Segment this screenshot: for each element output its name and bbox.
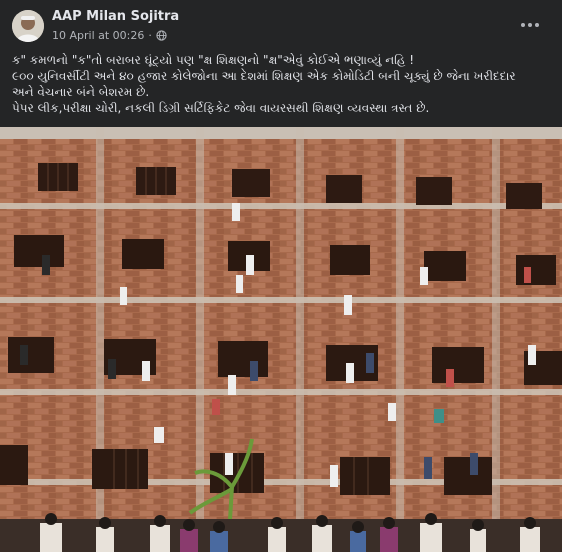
post-meta: 10 April at 00:26 ·	[52, 29, 167, 42]
more-options-icon[interactable]	[516, 14, 544, 36]
author-name[interactable]: AAP Milan Sojitra	[52, 9, 179, 24]
meta-separator: ·	[148, 29, 152, 42]
post-text-line: પેપર લીક,પરીક્ષા ચોરી, નકલી ડિગ્રી સર્ટિ…	[12, 101, 430, 115]
post-timestamp[interactable]: 10 April at 00:26	[52, 29, 144, 42]
post-text: ક" કમળનો "ક"તો બરાબર ઘૂંટ્યો પણ "ક્ષ શિક…	[12, 52, 552, 116]
globe-icon	[156, 30, 167, 41]
post-text-line: ૯૦૦ યુનિવર્સીટી અને ૪૦ હજાર કોલેજોના આ દ…	[12, 69, 516, 83]
post-header: AAP Milan Sojitra 10 April at 00:26 ·	[0, 0, 562, 50]
post-photo[interactable]	[0, 127, 562, 552]
avatar[interactable]	[12, 10, 44, 42]
post-text-line: ક" કમળનો "ક"તો બરાબર ઘૂંટ્યો પણ "ક્ષ શિક…	[12, 53, 415, 67]
post-text-line: અને વેચનાર બંને બેશરમ છે.	[12, 85, 150, 99]
